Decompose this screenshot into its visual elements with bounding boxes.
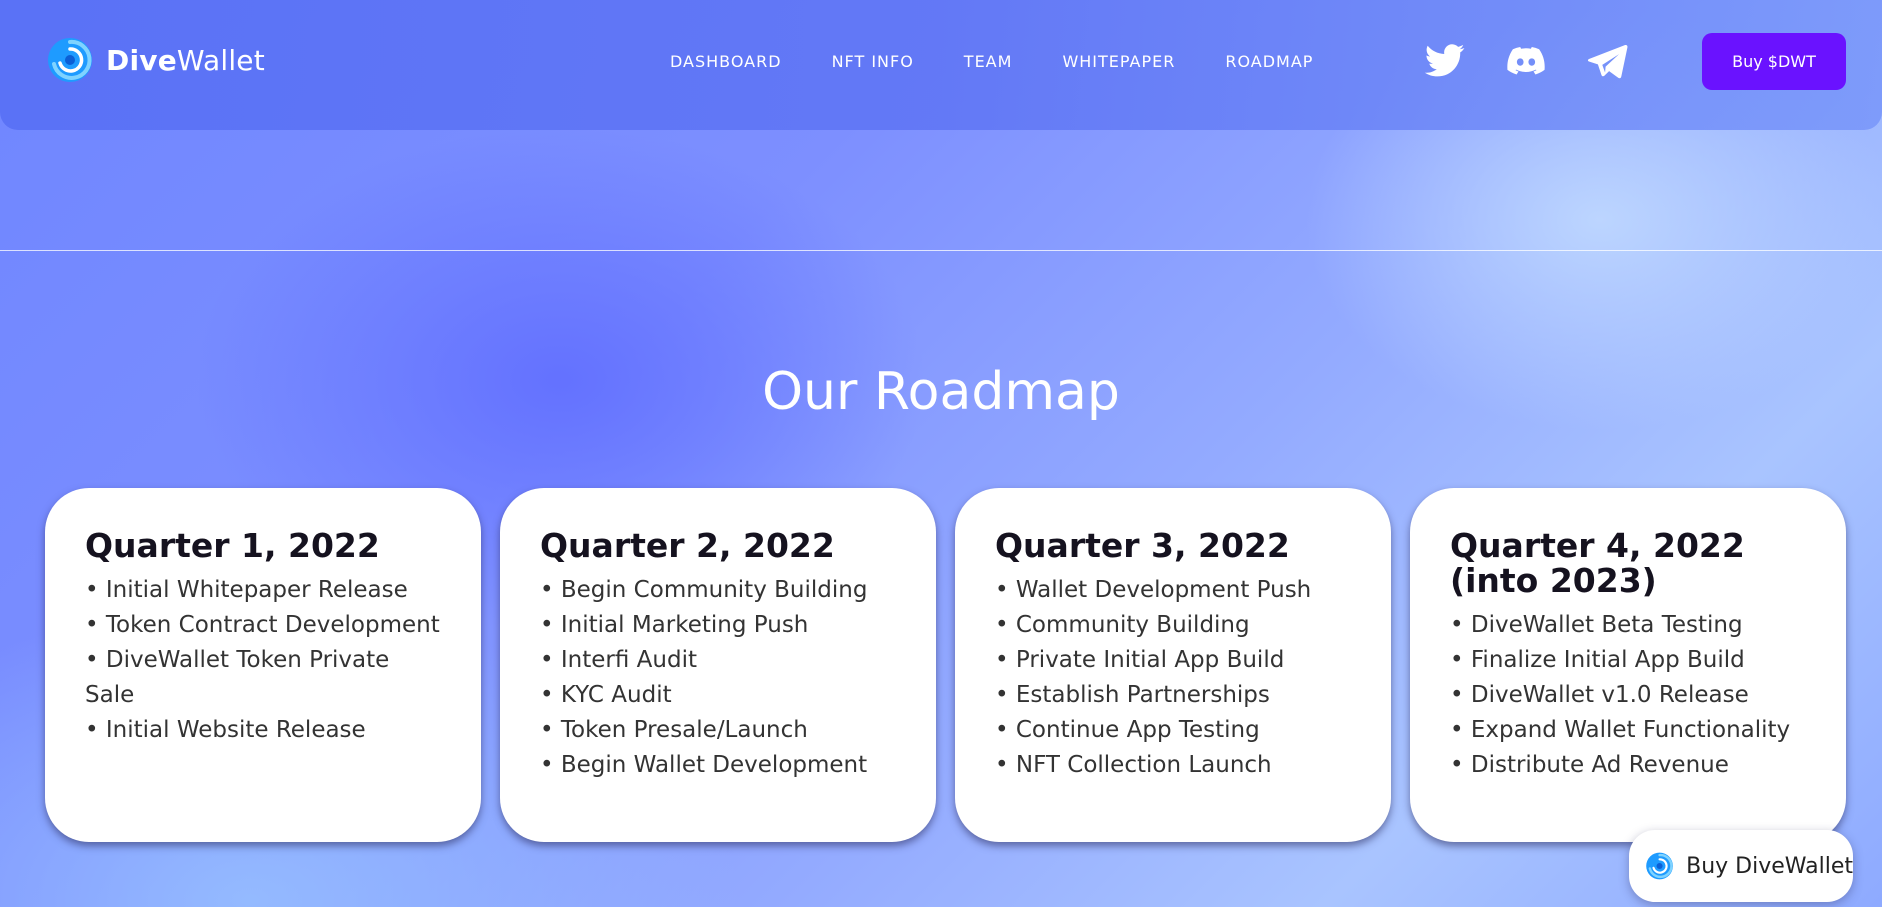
card-list: • Initial Whitepaper Release • Token Con…	[85, 573, 441, 748]
list-item: • Continue App Testing	[995, 717, 1260, 743]
telegram-icon[interactable]	[1586, 40, 1628, 82]
list-item: • Initial Website Release	[85, 717, 366, 743]
list-item: • Token Contract Development	[85, 612, 440, 638]
nav-dashboard[interactable]: DASHBOARD	[670, 52, 782, 71]
list-item: • Interfi Audit	[540, 647, 697, 673]
buy-dwt-button[interactable]: Buy $DWT	[1702, 33, 1846, 90]
list-item: • Private Initial App Build	[995, 647, 1285, 673]
roadmap-card-q1: Quarter 1, 2022 • Initial Whitepaper Rel…	[45, 488, 481, 842]
card-title: Quarter 1, 2022	[85, 526, 380, 565]
card-title: Quarter 2, 2022	[540, 526, 835, 565]
swirl-logo-icon	[48, 38, 92, 82]
card-list: • Wallet Development Push • Community Bu…	[995, 573, 1351, 783]
nav-nft-info[interactable]: NFT INFO	[832, 52, 914, 71]
card-title: Quarter 3, 2022	[995, 526, 1290, 565]
main-nav: DASHBOARD NFT INFO TEAM WHITEPAPER ROADM…	[670, 52, 1363, 71]
brand-name-rest: Wallet	[176, 43, 265, 77]
list-item: • Expand Wallet Functionality	[1450, 717, 1791, 743]
card-list: • DiveWallet Beta Testing • Finalize Ini…	[1450, 608, 1806, 783]
roadmap-card-q3: Quarter 3, 2022 • Wallet Development Pus…	[955, 488, 1391, 842]
social-links	[1424, 40, 1667, 82]
roadmap-title: Our Roadmap	[762, 362, 1120, 422]
brand-name: DiveWallet	[106, 44, 265, 77]
list-item: • DiveWallet Beta Testing	[1450, 612, 1743, 638]
list-item: • Establish Partnerships	[995, 682, 1270, 708]
list-item: • Begin Wallet Development	[540, 752, 868, 778]
list-item: • Distribute Ad Revenue	[1450, 752, 1729, 778]
roadmap-card-q4: Quarter 4, 2022 (into 2023) • DiveWallet…	[1410, 488, 1846, 842]
swirl-logo-icon	[1646, 852, 1673, 880]
brand-name-bold: Dive	[106, 43, 177, 77]
discord-icon[interactable]	[1505, 40, 1547, 82]
card-title: Quarter 4, 2022 (into 2023)	[1450, 526, 1745, 600]
list-item: • Community Building	[995, 612, 1250, 638]
twitter-icon[interactable]	[1424, 40, 1466, 82]
list-item: • Token Presale/Launch	[540, 717, 808, 743]
brand-logo[interactable]: DiveWallet	[46, 36, 265, 84]
list-item: • DiveWallet Token Private Sale	[85, 647, 390, 708]
nav-whitepaper[interactable]: WHITEPAPER	[1062, 52, 1175, 71]
nav-roadmap[interactable]: ROADMAP	[1225, 52, 1313, 71]
list-item: • Initial Marketing Push	[540, 612, 809, 638]
buy-divewallet-label: Buy DiveWallet	[1686, 853, 1853, 879]
buy-divewallet-widget[interactable]: Buy DiveWallet	[1629, 830, 1853, 902]
card-list: • Begin Community Building • Initial Mar…	[540, 573, 896, 783]
list-item: • Initial Whitepaper Release	[85, 577, 408, 603]
navbar: DiveWallet DASHBOARD NFT INFO TEAM WHITE…	[0, 0, 1882, 130]
list-item: • KYC Audit	[540, 682, 672, 708]
roadmap-card-q2: Quarter 2, 2022 • Begin Community Buildi…	[500, 488, 936, 842]
list-item: • Finalize Initial App Build	[1450, 647, 1745, 673]
list-item: • DiveWallet v1.0 Release	[1450, 682, 1749, 708]
list-item: • Wallet Development Push	[995, 577, 1312, 603]
list-item: • Begin Community Building	[540, 577, 868, 603]
list-item: • NFT Collection Launch	[995, 752, 1272, 778]
nav-team[interactable]: TEAM	[964, 52, 1013, 71]
section-divider	[0, 250, 1882, 251]
